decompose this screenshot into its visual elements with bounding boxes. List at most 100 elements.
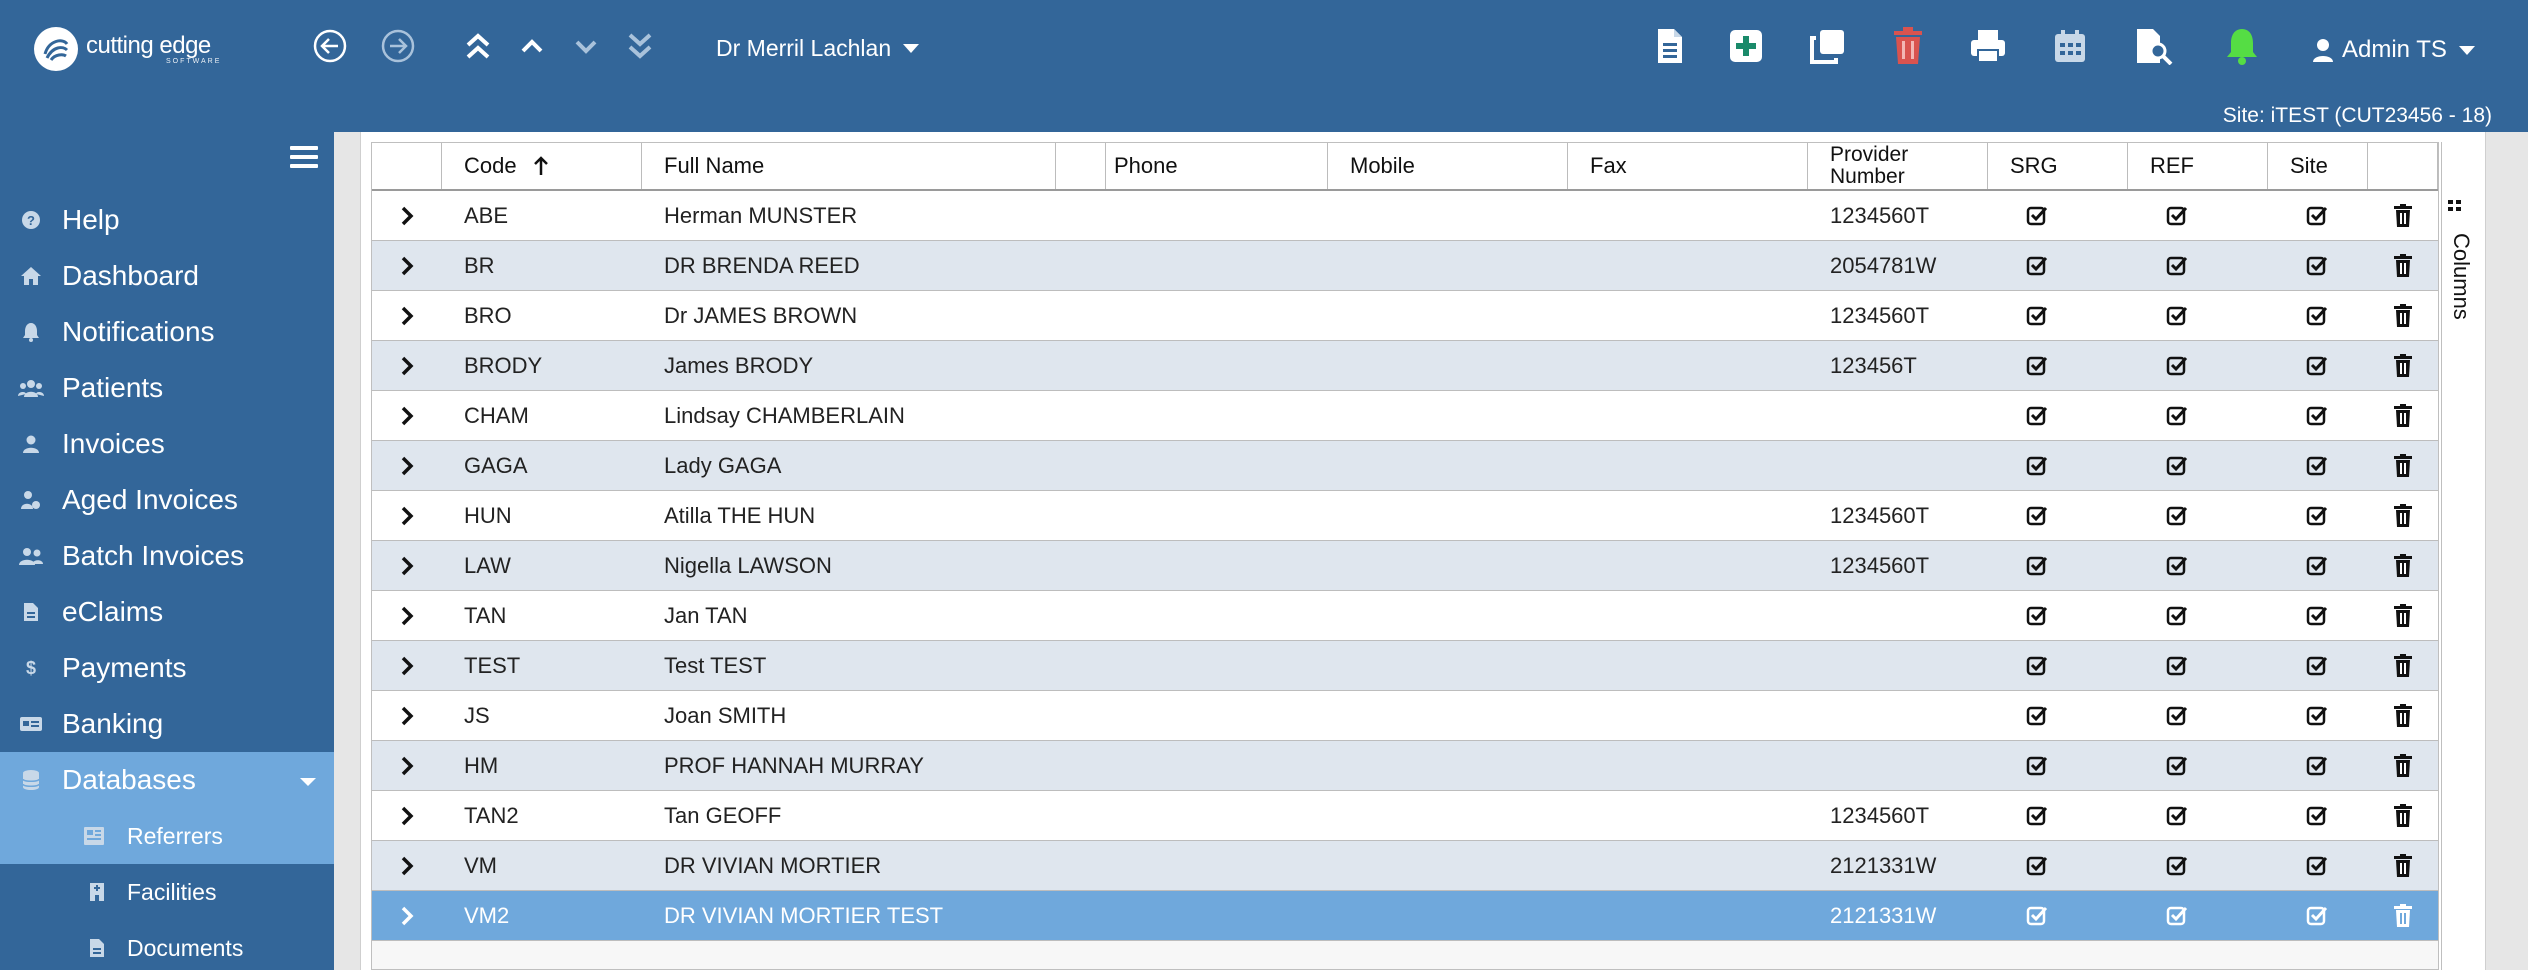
previous-record-button[interactable]: [512, 22, 552, 70]
delete-row-button[interactable]: [2378, 491, 2428, 540]
table-row[interactable]: TEST Test TEST: [372, 641, 2438, 691]
ref-checkbox[interactable]: [2152, 741, 2202, 790]
site-checkbox[interactable]: [2292, 641, 2342, 690]
delete-row-button[interactable]: [2378, 341, 2428, 390]
column-header-ref[interactable]: REF: [2128, 143, 2268, 189]
table-row[interactable]: BRODY James BRODY 123456T: [372, 341, 2438, 391]
ref-checkbox[interactable]: [2152, 541, 2202, 590]
ref-checkbox[interactable]: [2152, 441, 2202, 490]
delete-row-button[interactable]: [2378, 191, 2428, 240]
ref-checkbox[interactable]: [2152, 891, 2202, 940]
ref-checkbox[interactable]: [2152, 591, 2202, 640]
delete-row-button[interactable]: [2378, 891, 2428, 940]
sidebar-item-databases[interactable]: Databases: [0, 752, 334, 808]
search-document-button[interactable]: [2130, 20, 2178, 72]
site-checkbox[interactable]: [2292, 241, 2342, 290]
site-checkbox[interactable]: [2292, 691, 2342, 740]
columns-toggle[interactable]: Columns: [2446, 198, 2474, 320]
site-checkbox[interactable]: [2292, 891, 2342, 940]
table-row[interactable]: HUN Atilla THE HUN 1234560T: [372, 491, 2438, 541]
table-row[interactable]: LAW Nigella LAWSON 1234560T: [372, 541, 2438, 591]
site-checkbox[interactable]: [2292, 441, 2342, 490]
user-menu[interactable]: Admin TS: [2312, 30, 2475, 70]
expand-row-button[interactable]: [372, 741, 442, 790]
sidebar-subitem-referrers[interactable]: Referrers: [0, 808, 334, 864]
expand-row-button[interactable]: [372, 591, 442, 640]
site-checkbox[interactable]: [2292, 341, 2342, 390]
sidebar-item-banking[interactable]: Banking: [0, 696, 334, 752]
delete-row-button[interactable]: [2378, 641, 2428, 690]
sidebar-subitem-documents[interactable]: Documents: [0, 920, 334, 970]
column-header-phone[interactable]: Phone: [1106, 143, 1328, 189]
delete-row-button[interactable]: [2378, 741, 2428, 790]
sidebar-item-eclaims[interactable]: eClaims: [0, 584, 334, 640]
expand-row-button[interactable]: [372, 891, 442, 940]
first-record-button[interactable]: [458, 22, 498, 70]
site-checkbox[interactable]: [2292, 491, 2342, 540]
menu-toggle-icon[interactable]: [290, 146, 318, 170]
site-checkbox[interactable]: [2292, 841, 2342, 890]
srg-checkbox[interactable]: [2012, 741, 2062, 790]
delete-button[interactable]: [1884, 20, 1932, 72]
last-record-button[interactable]: [620, 22, 660, 70]
notifications-button[interactable]: [2218, 20, 2266, 72]
table-row[interactable]: HM PROF HANNAH MURRAY: [372, 741, 2438, 791]
column-header-mobile[interactable]: Mobile: [1328, 143, 1568, 189]
delete-row-button[interactable]: [2378, 791, 2428, 840]
table-row[interactable]: BR DR BRENDA REED 2054781W: [372, 241, 2438, 291]
column-header-code[interactable]: Code: [442, 143, 642, 189]
ref-checkbox[interactable]: [2152, 341, 2202, 390]
srg-checkbox[interactable]: [2012, 241, 2062, 290]
sidebar-item-help[interactable]: ? Help: [0, 192, 334, 248]
add-button[interactable]: [1722, 20, 1770, 72]
srg-checkbox[interactable]: [2012, 641, 2062, 690]
print-button[interactable]: [1964, 20, 2012, 72]
calendar-button[interactable]: [2046, 20, 2094, 72]
expand-row-button[interactable]: [372, 541, 442, 590]
srg-checkbox[interactable]: [2012, 791, 2062, 840]
site-checkbox[interactable]: [2292, 791, 2342, 840]
srg-checkbox[interactable]: [2012, 841, 2062, 890]
table-row[interactable]: VM2 DR VIVIAN MORTIER TEST 2121331W: [372, 891, 2438, 941]
delete-row-button[interactable]: [2378, 391, 2428, 440]
expand-row-button[interactable]: [372, 641, 442, 690]
forward-button[interactable]: [378, 22, 418, 70]
new-document-button[interactable]: [1646, 20, 1694, 72]
table-row[interactable]: ABE Herman MUNSTER 1234560T: [372, 191, 2438, 241]
sidebar-item-payments[interactable]: $ Payments: [0, 640, 334, 696]
srg-checkbox[interactable]: [2012, 591, 2062, 640]
table-row[interactable]: BRO Dr JAMES BROWN 1234560T: [372, 291, 2438, 341]
delete-row-button[interactable]: [2378, 291, 2428, 340]
site-checkbox[interactable]: [2292, 291, 2342, 340]
provider-dropdown[interactable]: Dr Merril Lachlan: [716, 28, 920, 68]
expand-row-button[interactable]: [372, 491, 442, 540]
column-header-srg[interactable]: SRG: [1988, 143, 2128, 189]
srg-checkbox[interactable]: [2012, 891, 2062, 940]
expand-row-button[interactable]: [372, 691, 442, 740]
next-record-button[interactable]: [566, 22, 606, 70]
expand-row-button[interactable]: [372, 191, 442, 240]
logo[interactable]: cutting edge SOFTWARE: [34, 24, 274, 74]
expand-row-button[interactable]: [372, 341, 442, 390]
ref-checkbox[interactable]: [2152, 641, 2202, 690]
back-button[interactable]: [310, 22, 350, 70]
site-checkbox[interactable]: [2292, 591, 2342, 640]
table-row[interactable]: TAN Jan TAN: [372, 591, 2438, 641]
sidebar-item-batch-invoices[interactable]: Batch Invoices: [0, 528, 334, 584]
srg-checkbox[interactable]: [2012, 691, 2062, 740]
expand-row-button[interactable]: [372, 241, 442, 290]
srg-checkbox[interactable]: [2012, 341, 2062, 390]
table-row[interactable]: CHAM Lindsay CHAMBERLAIN: [372, 391, 2438, 441]
delete-row-button[interactable]: [2378, 841, 2428, 890]
sidebar-item-notifications[interactable]: Notifications: [0, 304, 334, 360]
site-checkbox[interactable]: [2292, 741, 2342, 790]
srg-checkbox[interactable]: [2012, 541, 2062, 590]
site-checkbox[interactable]: [2292, 541, 2342, 590]
srg-checkbox[interactable]: [2012, 441, 2062, 490]
site-checkbox[interactable]: [2292, 391, 2342, 440]
delete-row-button[interactable]: [2378, 441, 2428, 490]
column-header-fax[interactable]: Fax: [1568, 143, 1808, 189]
copy-button[interactable]: [1804, 20, 1852, 72]
delete-row-button[interactable]: [2378, 541, 2428, 590]
table-row[interactable]: TAN2 Tan GEOFF 1234560T: [372, 791, 2438, 841]
